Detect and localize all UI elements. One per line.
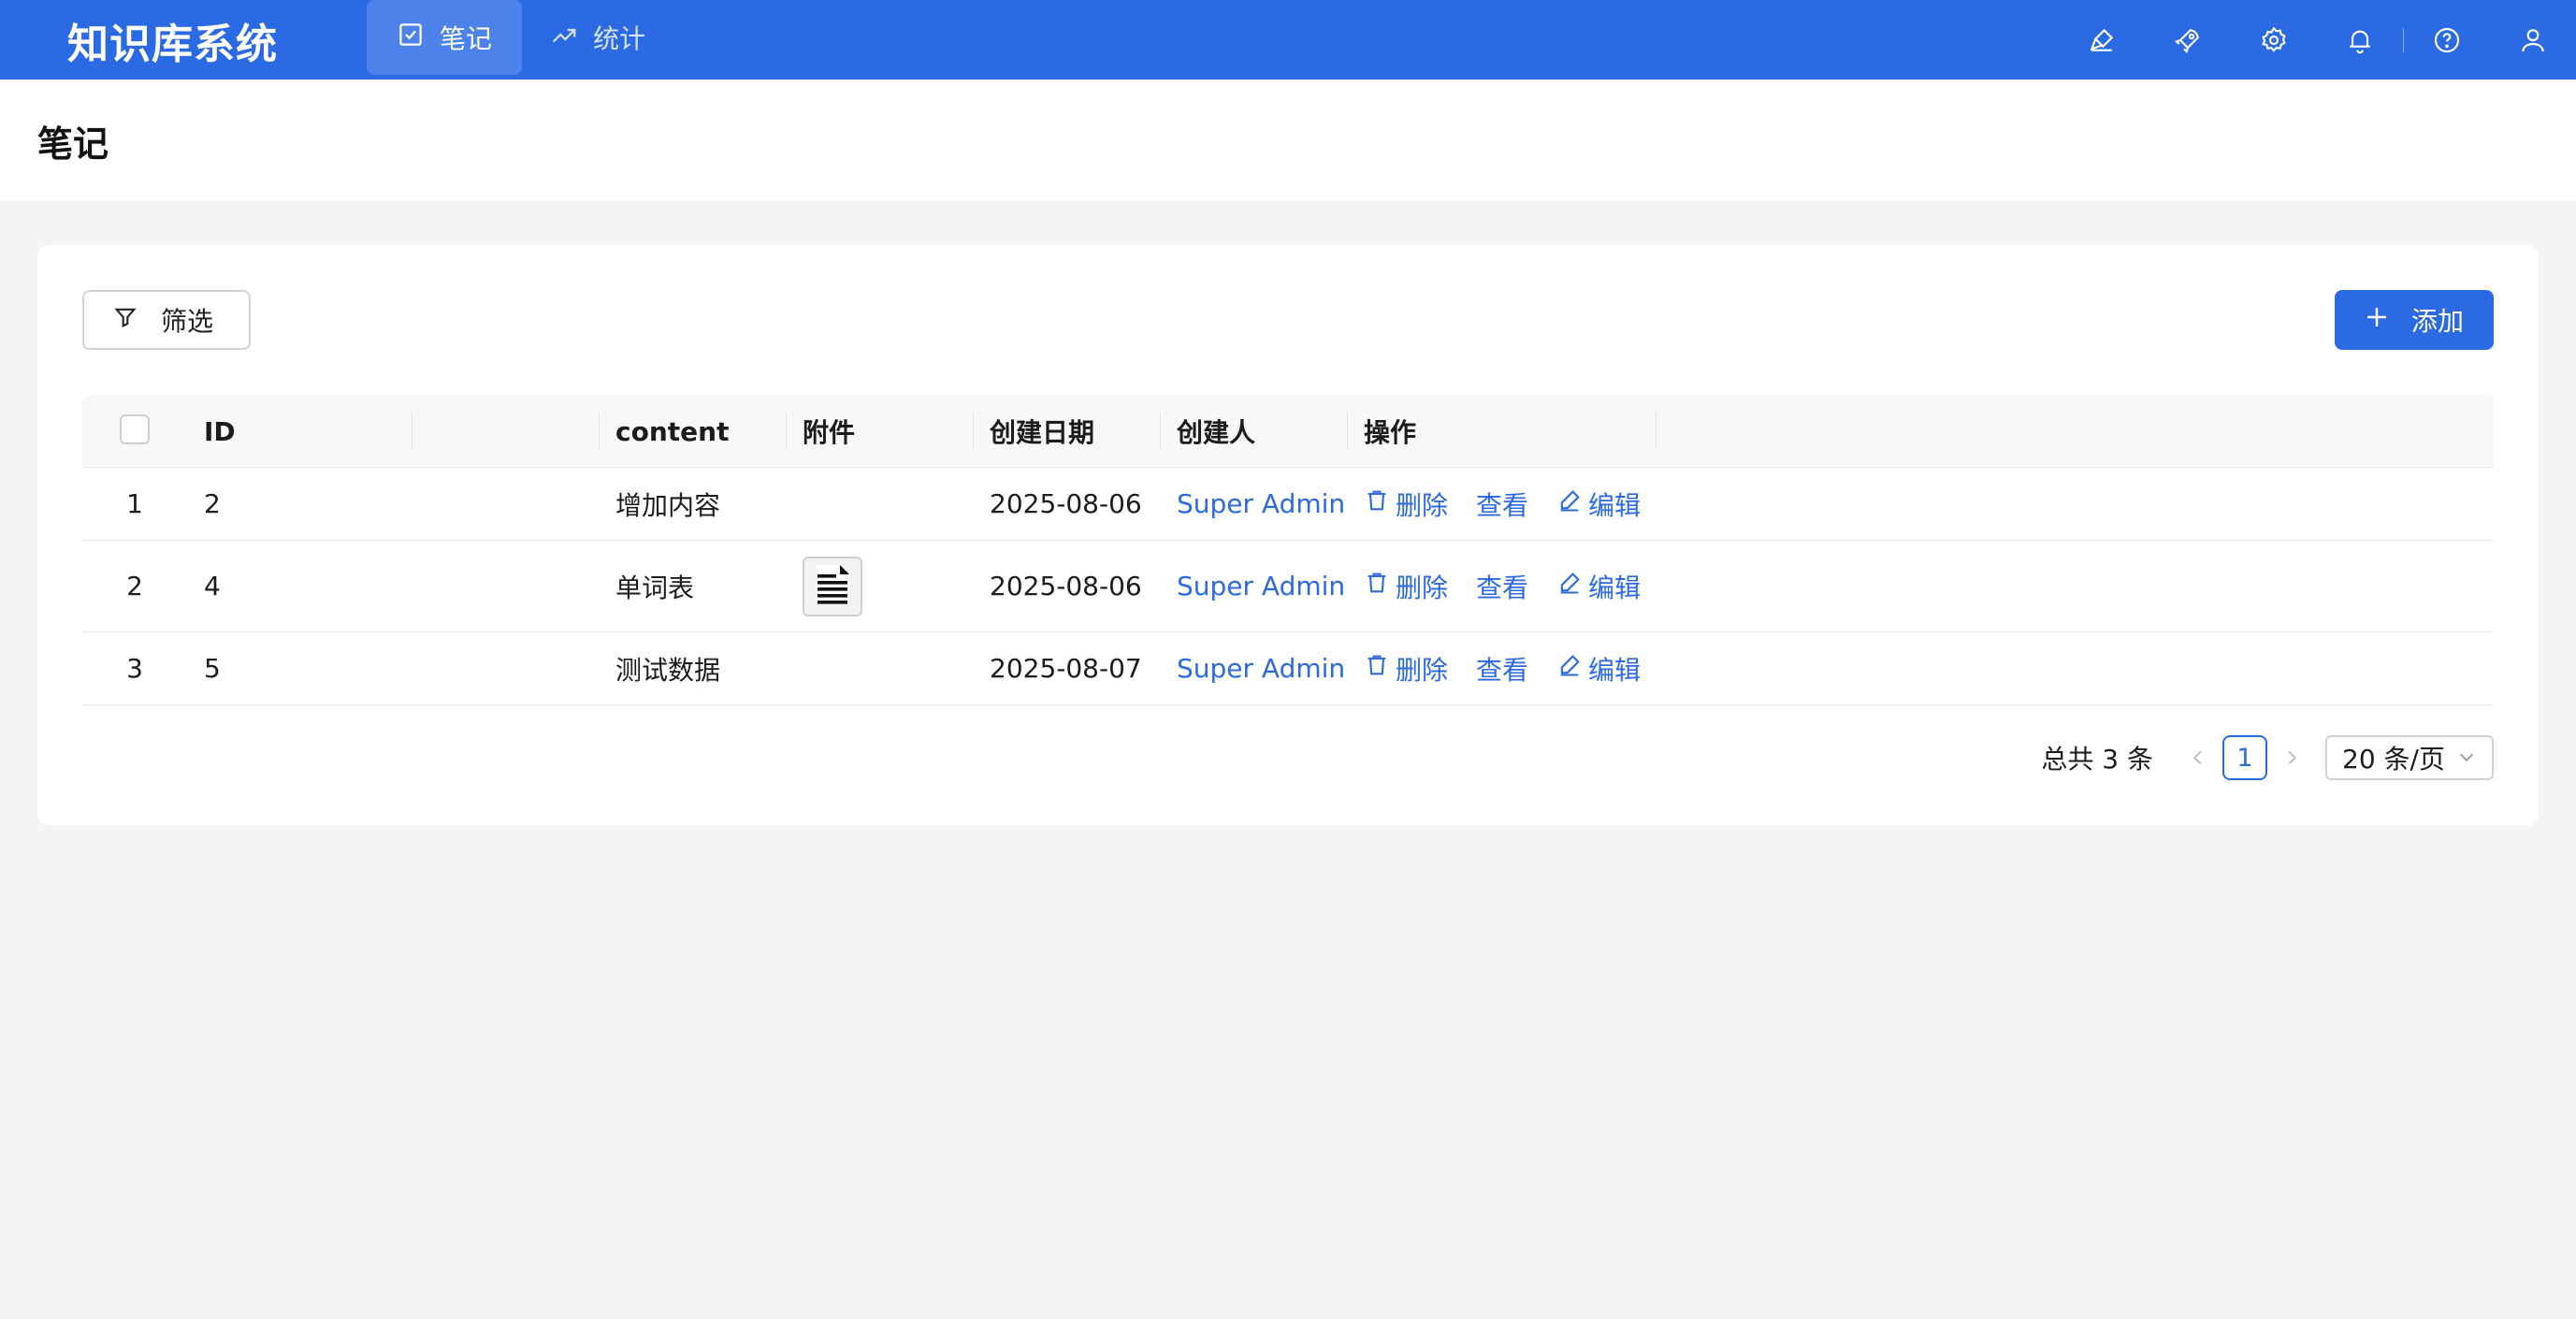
chevron-right-icon [2288,750,2296,765]
column-header-creator: 创建人 [1177,417,1256,448]
next-page-button[interactable] [2271,737,2312,778]
cell-id: 4 [204,571,221,602]
add-button[interactable]: 添加 [2335,290,2494,350]
nav-tab-label: 统计 [593,23,646,54]
row-index: 2 [126,571,143,602]
nav-tab-notes[interactable]: 笔记 [367,0,523,75]
cell-content: 测试数据 [615,654,721,686]
cell-created-date: 2025-08-07 [990,653,1142,684]
view-button[interactable]: 查看 [1476,486,1528,523]
cell-created-date: 2025-08-06 [990,571,1142,602]
notes-card: 筛选 添加 ID content 附件 创建日期 创建人 操作 1 2 增加内容… [37,245,2539,825]
pencil-icon [1556,652,1583,685]
delete-button[interactable]: 删除 [1364,568,1448,605]
brush-icon[interactable] [2059,0,2145,80]
filter-button[interactable]: 筛选 [82,290,251,350]
table-header: ID content 附件 创建日期 创建人 操作 [82,395,2494,468]
column-divider [599,413,600,449]
pencil-icon [1556,487,1583,520]
table-row: 1 2 增加内容 2025-08-06 Super Admin 删除 查看 编辑 [82,468,2494,541]
cell-actions: 删除 查看 编辑 [1364,541,1641,631]
chevron-down-icon [2456,743,2477,774]
row-index: 1 [126,488,143,519]
filter-button-label: 筛选 [161,306,214,337]
page-header: 笔记 [0,80,2576,201]
document-icon [810,559,855,613]
delete-button[interactable]: 删除 [1364,486,1448,523]
edit-button[interactable]: 编辑 [1556,650,1641,688]
edit-label: 编辑 [1588,489,1642,521]
page-number-button[interactable]: 1 [2222,735,2267,780]
page-title: 笔记 [37,123,109,165]
cell-creator-link[interactable]: Super Admin [1177,468,1345,540]
rocket-icon[interactable] [2145,0,2231,80]
cell-created-date: 2025-08-06 [990,488,1142,519]
column-header-created-date: 创建日期 [990,417,1095,448]
chevron-left-icon [2193,750,2202,765]
column-divider [1347,413,1348,449]
edit-button[interactable]: 编辑 [1556,568,1641,605]
cell-attachment [803,541,862,631]
view-button[interactable]: 查看 [1476,568,1528,605]
column-header-actions: 操作 [1364,417,1417,448]
row-index: 3 [126,653,143,684]
nav-tab-label: 笔记 [440,23,493,54]
pagination: 总共 3 条 1 20 条/页 [2041,735,2494,780]
edit-label: 编辑 [1588,572,1642,603]
delete-label: 删除 [1396,489,1449,521]
page-size-value: 20 条/页 [2342,744,2445,775]
trash-icon [1364,652,1390,685]
nav-tab-statistics[interactable]: 统计 [520,0,675,75]
add-button-label: 添加 [2411,306,2465,337]
cell-creator-link[interactable]: Super Admin [1177,632,1345,704]
view-button[interactable]: 查看 [1476,650,1528,688]
trash-icon [1364,570,1390,602]
prev-page-button[interactable] [2178,737,2219,778]
table-row: 2 4 单词表 2025-08-06 Super Admin 删除 查看 编辑 [82,541,2494,632]
help-icon[interactable] [2404,0,2490,80]
cell-content: 单词表 [615,572,695,603]
delete-button[interactable]: 删除 [1364,650,1448,688]
app-title: 知识库系统 [67,20,278,68]
edit-button[interactable]: 编辑 [1556,486,1641,523]
attachment-thumbnail[interactable] [803,556,862,616]
edit-label: 编辑 [1588,654,1642,686]
page-size-select[interactable]: 20 条/页 [2325,735,2494,780]
column-divider [1656,413,1657,449]
cell-actions: 删除 查看 编辑 [1364,468,1641,540]
plus-icon [2363,303,2391,338]
column-header-attachment: 附件 [803,417,856,448]
user-icon[interactable] [2490,0,2576,80]
table-row: 3 5 测试数据 2025-08-07 Super Admin 删除 查看 编辑 [82,632,2494,705]
pagination-total: 总共 3 条 [2041,744,2153,775]
cell-id: 2 [204,488,221,519]
column-header-id: ID [204,415,236,447]
bell-icon[interactable] [2317,0,2403,80]
cell-actions: 删除 查看 编辑 [1364,632,1641,704]
checkbox-icon [397,21,425,55]
top-right-toolbar [2059,0,2576,80]
funnel-icon [112,304,138,337]
trash-icon [1364,487,1390,520]
column-divider [1160,413,1161,449]
cell-creator-link[interactable]: Super Admin [1177,541,1345,631]
cell-id: 5 [204,653,221,684]
column-header-content: content [615,415,730,447]
column-divider [786,413,787,449]
cell-content: 增加内容 [615,489,721,521]
column-divider [973,413,974,449]
pencil-icon [1556,570,1583,602]
trend-line-icon [550,21,578,55]
delete-label: 删除 [1396,572,1449,603]
top-navigation-bar: 知识库系统 笔记 统计 [0,0,2576,80]
select-all-checkbox[interactable] [120,414,150,444]
notes-table: ID content 附件 创建日期 创建人 操作 1 2 增加内容 2025-… [82,395,2494,705]
delete-label: 删除 [1396,654,1449,686]
gear-icon[interactable] [2231,0,2317,80]
